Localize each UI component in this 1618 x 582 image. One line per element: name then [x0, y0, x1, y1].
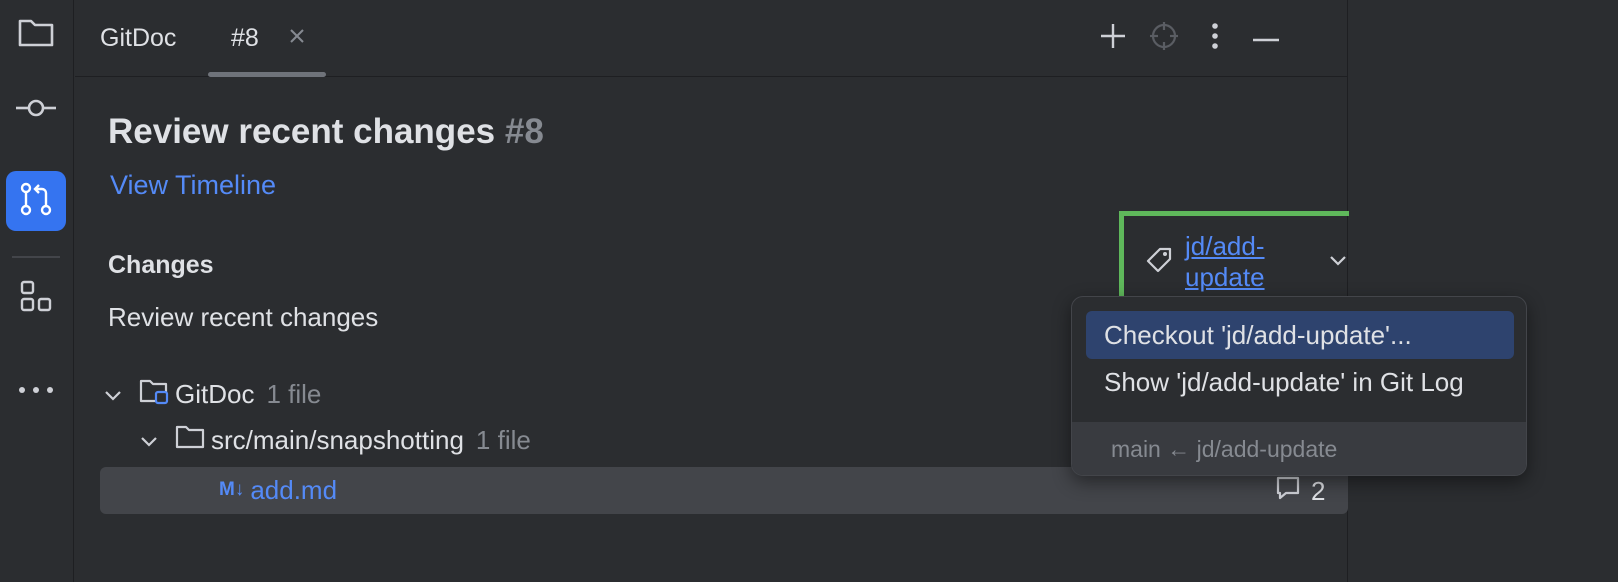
locate-button[interactable]: [1144, 18, 1184, 58]
page-title: Review recent changes #8: [108, 112, 544, 152]
branch-direction-footer: main ← jd/add-update: [1072, 422, 1526, 475]
commit-button[interactable]: [6, 80, 66, 140]
pull-requests-button[interactable]: [6, 171, 66, 231]
comment-icon: [1275, 475, 1301, 508]
new-tab-button[interactable]: [1093, 18, 1133, 58]
tab-close-button[interactable]: [285, 26, 309, 50]
hide-button[interactable]: [1246, 18, 1286, 58]
checkout-branch-item[interactable]: Checkout 'jd/add-update'...: [1086, 311, 1514, 359]
tool-strip: [0, 0, 74, 582]
kebab-menu-icon: [1211, 22, 1219, 55]
project-button[interactable]: [6, 4, 66, 64]
show-in-git-log-item[interactable]: Show 'jd/add-update' in Git Log: [1086, 358, 1514, 406]
crosshair-icon: [1149, 21, 1179, 56]
tab-bar: GitDoc #8: [75, 0, 1348, 77]
plus-icon: [1099, 22, 1127, 55]
chevron-down-icon: [103, 379, 123, 410]
structure-icon: [19, 279, 53, 318]
folder-icon: [175, 424, 205, 457]
comment-count-value: 2: [1311, 475, 1326, 506]
chevron-down-icon: [139, 425, 159, 456]
pr-number: #8: [504, 112, 544, 151]
pr-description: Review recent changes: [108, 302, 379, 332]
options-button[interactable]: [1195, 18, 1235, 58]
editor-area: [1349, 0, 1618, 582]
pull-requests-icon: [18, 181, 54, 222]
markdown-icon: M↓: [219, 479, 245, 500]
more-icon: [18, 381, 54, 399]
file-entry[interactable]: M↓ add.md: [219, 467, 337, 513]
folder-name: src/main/snapshotting: [211, 424, 464, 455]
folder-file-count: 1 file: [475, 424, 531, 455]
more-tools-button[interactable]: [6, 360, 66, 420]
file-name: add.md: [250, 474, 338, 505]
selected-tab-indicator: [208, 72, 326, 77]
folder-icon: [17, 16, 55, 53]
module-folder-icon: [139, 377, 169, 412]
changes-heading: Changes: [108, 251, 214, 279]
tab-pr-8[interactable]: #8: [231, 0, 259, 77]
view-timeline-link[interactable]: View Timeline: [110, 170, 276, 201]
pull-request-panel: GitDoc #8 Review recent changes #8 View …: [75, 0, 1413, 582]
comment-count[interactable]: 2: [1275, 475, 1326, 506]
pr-title: Review recent changes: [108, 112, 496, 151]
root-file-count: 1 file: [266, 378, 322, 409]
close-icon: [289, 28, 305, 49]
strip-separator: [12, 256, 60, 258]
structure-button[interactable]: [6, 268, 66, 328]
branch-popup-menu: Checkout 'jd/add-update'... Show 'jd/add…: [1071, 296, 1527, 476]
root-name: GitDoc: [175, 378, 255, 409]
tab-gitdoc[interactable]: GitDoc: [100, 0, 176, 77]
tree-folder-row[interactable]: src/main/snapshotting 1 file: [139, 417, 531, 463]
minimize-icon: [1253, 29, 1279, 47]
commit-icon: [15, 97, 57, 124]
tree-root-row[interactable]: GitDoc 1 file: [103, 371, 321, 417]
